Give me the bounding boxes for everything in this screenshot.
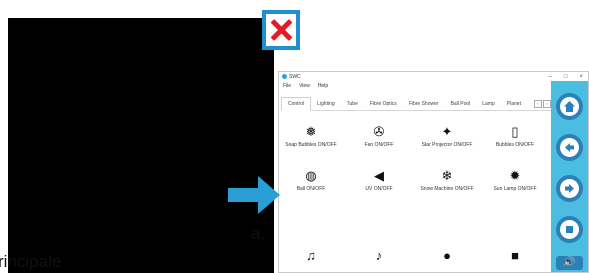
tile-snow-machine[interactable]: ❄ Snow Machine ON/OFF [417, 168, 477, 192]
tile-label: UV ON/OFF [365, 186, 393, 192]
tile-label: Snow Machine ON/OFF [420, 186, 474, 192]
tab-fibre-optics[interactable]: Fibre Optics [364, 98, 403, 110]
tile-soap-bubbles[interactable]: ❅ Soap Bubbles ON/OFF [281, 124, 341, 148]
stop-button[interactable] [556, 216, 583, 243]
music-notes-icon: ♫ [306, 248, 316, 263]
sun-icon: ✹ [509, 168, 521, 183]
doc-text-line2: rincipale [0, 252, 62, 271]
back-button[interactable] [556, 134, 583, 161]
music-wave-icon: ♪ [375, 248, 383, 263]
soap-bubbles-icon: ❅ [305, 124, 317, 139]
tab-lighting[interactable]: Lighting [311, 98, 341, 110]
uv-light-icon: ◀ [374, 168, 384, 183]
window-title: SWC [289, 73, 301, 80]
app-logo-icon [282, 74, 287, 79]
bubbles-icon: ▯ [511, 124, 519, 139]
tile-music-notes[interactable]: ♫ [281, 248, 341, 266]
tab-tube[interactable]: Tube [341, 98, 364, 110]
menu-help[interactable]: Help [318, 83, 328, 89]
home-button[interactable] [556, 93, 583, 120]
tile-label: Sun Lamp ON/OFF [493, 186, 537, 192]
snowflake-icon: ❄ [441, 168, 453, 183]
tile-fan[interactable]: ✇ Fan ON/OFF [349, 124, 409, 148]
black-video-area [8, 18, 274, 273]
tile-label: Bubbles ON/OFF [495, 142, 535, 148]
sound-button[interactable]: 🔊 [556, 256, 583, 270]
mirror-ball-icon: ◍ [305, 168, 317, 183]
minimize-button[interactable]: – [549, 74, 552, 80]
square-icon: ■ [511, 248, 519, 263]
tab-scroll-right[interactable]: › [543, 100, 551, 108]
tile-label: Fan ON/OFF [364, 142, 394, 148]
menu-view[interactable]: View [299, 83, 310, 89]
tile-sun-lamp[interactable]: ✹ Sun Lamp ON/OFF [485, 168, 545, 192]
arrow-left-icon [565, 143, 574, 152]
stop-icon [566, 226, 573, 233]
tab-control[interactable]: Control [281, 97, 312, 111]
tab-lamp[interactable]: Lamp [476, 98, 501, 110]
tab-ball-pool[interactable]: Ball Pool [445, 98, 477, 110]
tile-label: Soap Bubbles ON/OFF [285, 142, 337, 148]
side-nav-panel: 🔊 [551, 81, 588, 272]
speaker-icon: 🔊 [563, 257, 576, 268]
forward-button[interactable] [556, 175, 583, 202]
tile-label: Ball ON/OFF [296, 186, 326, 192]
menu-file[interactable]: File [283, 83, 291, 89]
tile-lightbulb[interactable]: ● [417, 248, 477, 266]
lightbulb-icon: ● [443, 248, 451, 263]
star-projector-icon: ✦ [441, 124, 453, 139]
doc-text-line1: a. [251, 224, 266, 243]
tile-label: Star Projector ON/OFF [421, 142, 473, 148]
home-icon [564, 101, 575, 112]
tile-uv[interactable]: ◀ UV ON/OFF [349, 168, 409, 192]
fan-icon: ✇ [373, 124, 385, 139]
tab-planet[interactable]: Planet [501, 98, 527, 110]
maximize-button[interactable]: □ [564, 74, 568, 80]
tab-fibre-shower[interactable]: Fibre Shower [403, 98, 445, 110]
title-bar: SWC – □ × [279, 72, 588, 81]
close-button[interactable] [262, 10, 300, 50]
tile-mirror-ball[interactable]: ◍ Ball ON/OFF [281, 168, 341, 192]
app-window: SWC – □ × File View Help Control Lightin… [278, 71, 589, 273]
tile-star-projector[interactable]: ✦ Star Projector ON/OFF [417, 124, 477, 148]
tile-square[interactable]: ■ [485, 248, 545, 266]
close-x-icon [270, 19, 292, 41]
menu-bar: File View Help [279, 81, 588, 90]
tile-music-wave[interactable]: ♪ [349, 248, 409, 266]
arrow-right-icon [228, 176, 280, 214]
arrow-right-icon [565, 184, 574, 193]
tab-strip: Control Lighting Tube Fibre Optics Fibre… [281, 97, 551, 111]
tab-scroll-left[interactable]: ‹ [534, 100, 542, 108]
tile-bubbles[interactable]: ▯ Bubbles ON/OFF [485, 124, 545, 148]
window-close-button[interactable]: × [579, 74, 583, 80]
